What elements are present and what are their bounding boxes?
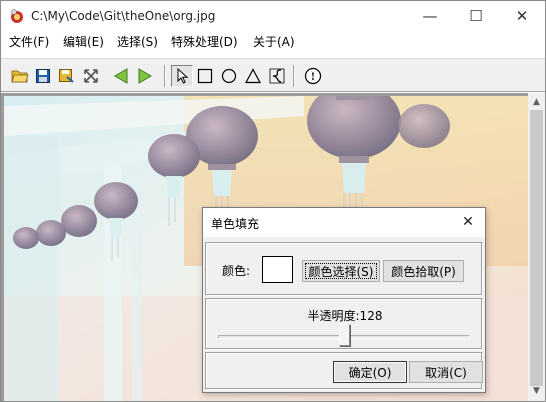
toolbar-separator (164, 65, 166, 87)
vertical-scrollbar[interactable]: ▲ ▼ (528, 93, 545, 401)
menu-special[interactable]: 特殊处理(D) (171, 33, 238, 50)
menu-bar: 文件(F) 编辑(E) 选择(S) 特殊处理(D) 关于(A) (1, 31, 545, 51)
save-icon (36, 69, 50, 83)
minimize-icon: — (422, 7, 438, 25)
crossed-arrows-icon (84, 69, 98, 83)
color-label: 颜色: (222, 264, 251, 278)
main-window: C:\My\Code\Git\theOne\org.jpg — ☐ ✕ 文件(F… (0, 0, 546, 402)
dialog-title-bar[interactable]: 单色填充 ✕ (203, 208, 485, 237)
maximize-icon: ☐ (469, 7, 483, 25)
close-icon: ✕ (462, 214, 474, 230)
select-color-button[interactable]: 颜色选择(S) (302, 260, 380, 282)
save-as-icon (59, 69, 74, 83)
color-swatch (262, 256, 293, 283)
back-arrow-icon (114, 68, 128, 84)
transparency-slider-thumb[interactable] (338, 324, 350, 346)
app-icon (11, 9, 23, 23)
triangle-tool[interactable] (242, 65, 264, 87)
freeform-tool[interactable] (266, 65, 288, 87)
maximize-button[interactable]: ☐ (453, 1, 499, 31)
ellipse-tool[interactable] (218, 65, 240, 87)
svg-text:!: ! (311, 72, 315, 83)
close-icon: ✕ (515, 7, 529, 25)
ok-button[interactable]: 确定(O) (333, 361, 407, 383)
triangle-icon (245, 68, 261, 84)
ellipse-icon (221, 68, 237, 84)
dialog-title: 单色填充 (211, 217, 260, 231)
minimize-button[interactable]: — (407, 1, 453, 31)
save-as-button[interactable] (55, 65, 77, 87)
rectangle-tool[interactable] (194, 65, 216, 87)
freeform-icon (269, 68, 285, 84)
scroll-up-icon[interactable]: ▲ (528, 93, 545, 110)
menu-about[interactable]: 关于(A) (253, 33, 295, 50)
fill-color-dialog: 单色填充 ✕ 颜色: 颜色选择(S) 颜色拾取(P) 半透明度:128 确定(O… (202, 207, 486, 393)
crossed-arrows-button[interactable] (80, 65, 102, 87)
about-button[interactable]: ! (302, 65, 324, 87)
dialog-close-button[interactable]: ✕ (455, 210, 481, 234)
transparency-label: 半透明度:128 (307, 309, 383, 323)
info-icon: ! (304, 67, 322, 85)
menu-select[interactable]: 选择(S) (117, 33, 158, 50)
menu-edit[interactable]: 编辑(E) (63, 33, 104, 50)
pointer-icon (177, 68, 189, 84)
close-button[interactable]: ✕ (499, 1, 545, 31)
window-title: C:\My\Code\Git\theOne\org.jpg (31, 9, 216, 23)
button-group: 确定(O) 取消(C) (205, 352, 483, 390)
pick-color-button[interactable]: 颜色拾取(P) (383, 260, 464, 282)
save-button[interactable] (32, 65, 54, 87)
cancel-button[interactable]: 取消(C) (409, 361, 483, 383)
menu-file[interactable]: 文件(F) (9, 33, 49, 50)
toolbar: ! (1, 58, 545, 92)
color-group: 颜色: 颜色选择(S) 颜色拾取(P) (205, 242, 483, 296)
rectangle-icon (197, 68, 213, 84)
scroll-down-icon[interactable]: ▼ (528, 382, 545, 399)
toolbar-separator (293, 65, 295, 87)
forward-arrow-icon (138, 68, 152, 84)
title-bar[interactable]: C:\My\Code\Git\theOne\org.jpg — ☐ ✕ (1, 1, 545, 31)
transparency-group: 半透明度:128 (205, 298, 483, 350)
open-folder-icon (11, 70, 29, 83)
scroll-thumb[interactable] (530, 110, 543, 386)
open-button[interactable] (9, 65, 31, 87)
back-button[interactable] (110, 65, 132, 87)
pointer-tool[interactable] (171, 65, 193, 87)
forward-button[interactable] (134, 65, 156, 87)
